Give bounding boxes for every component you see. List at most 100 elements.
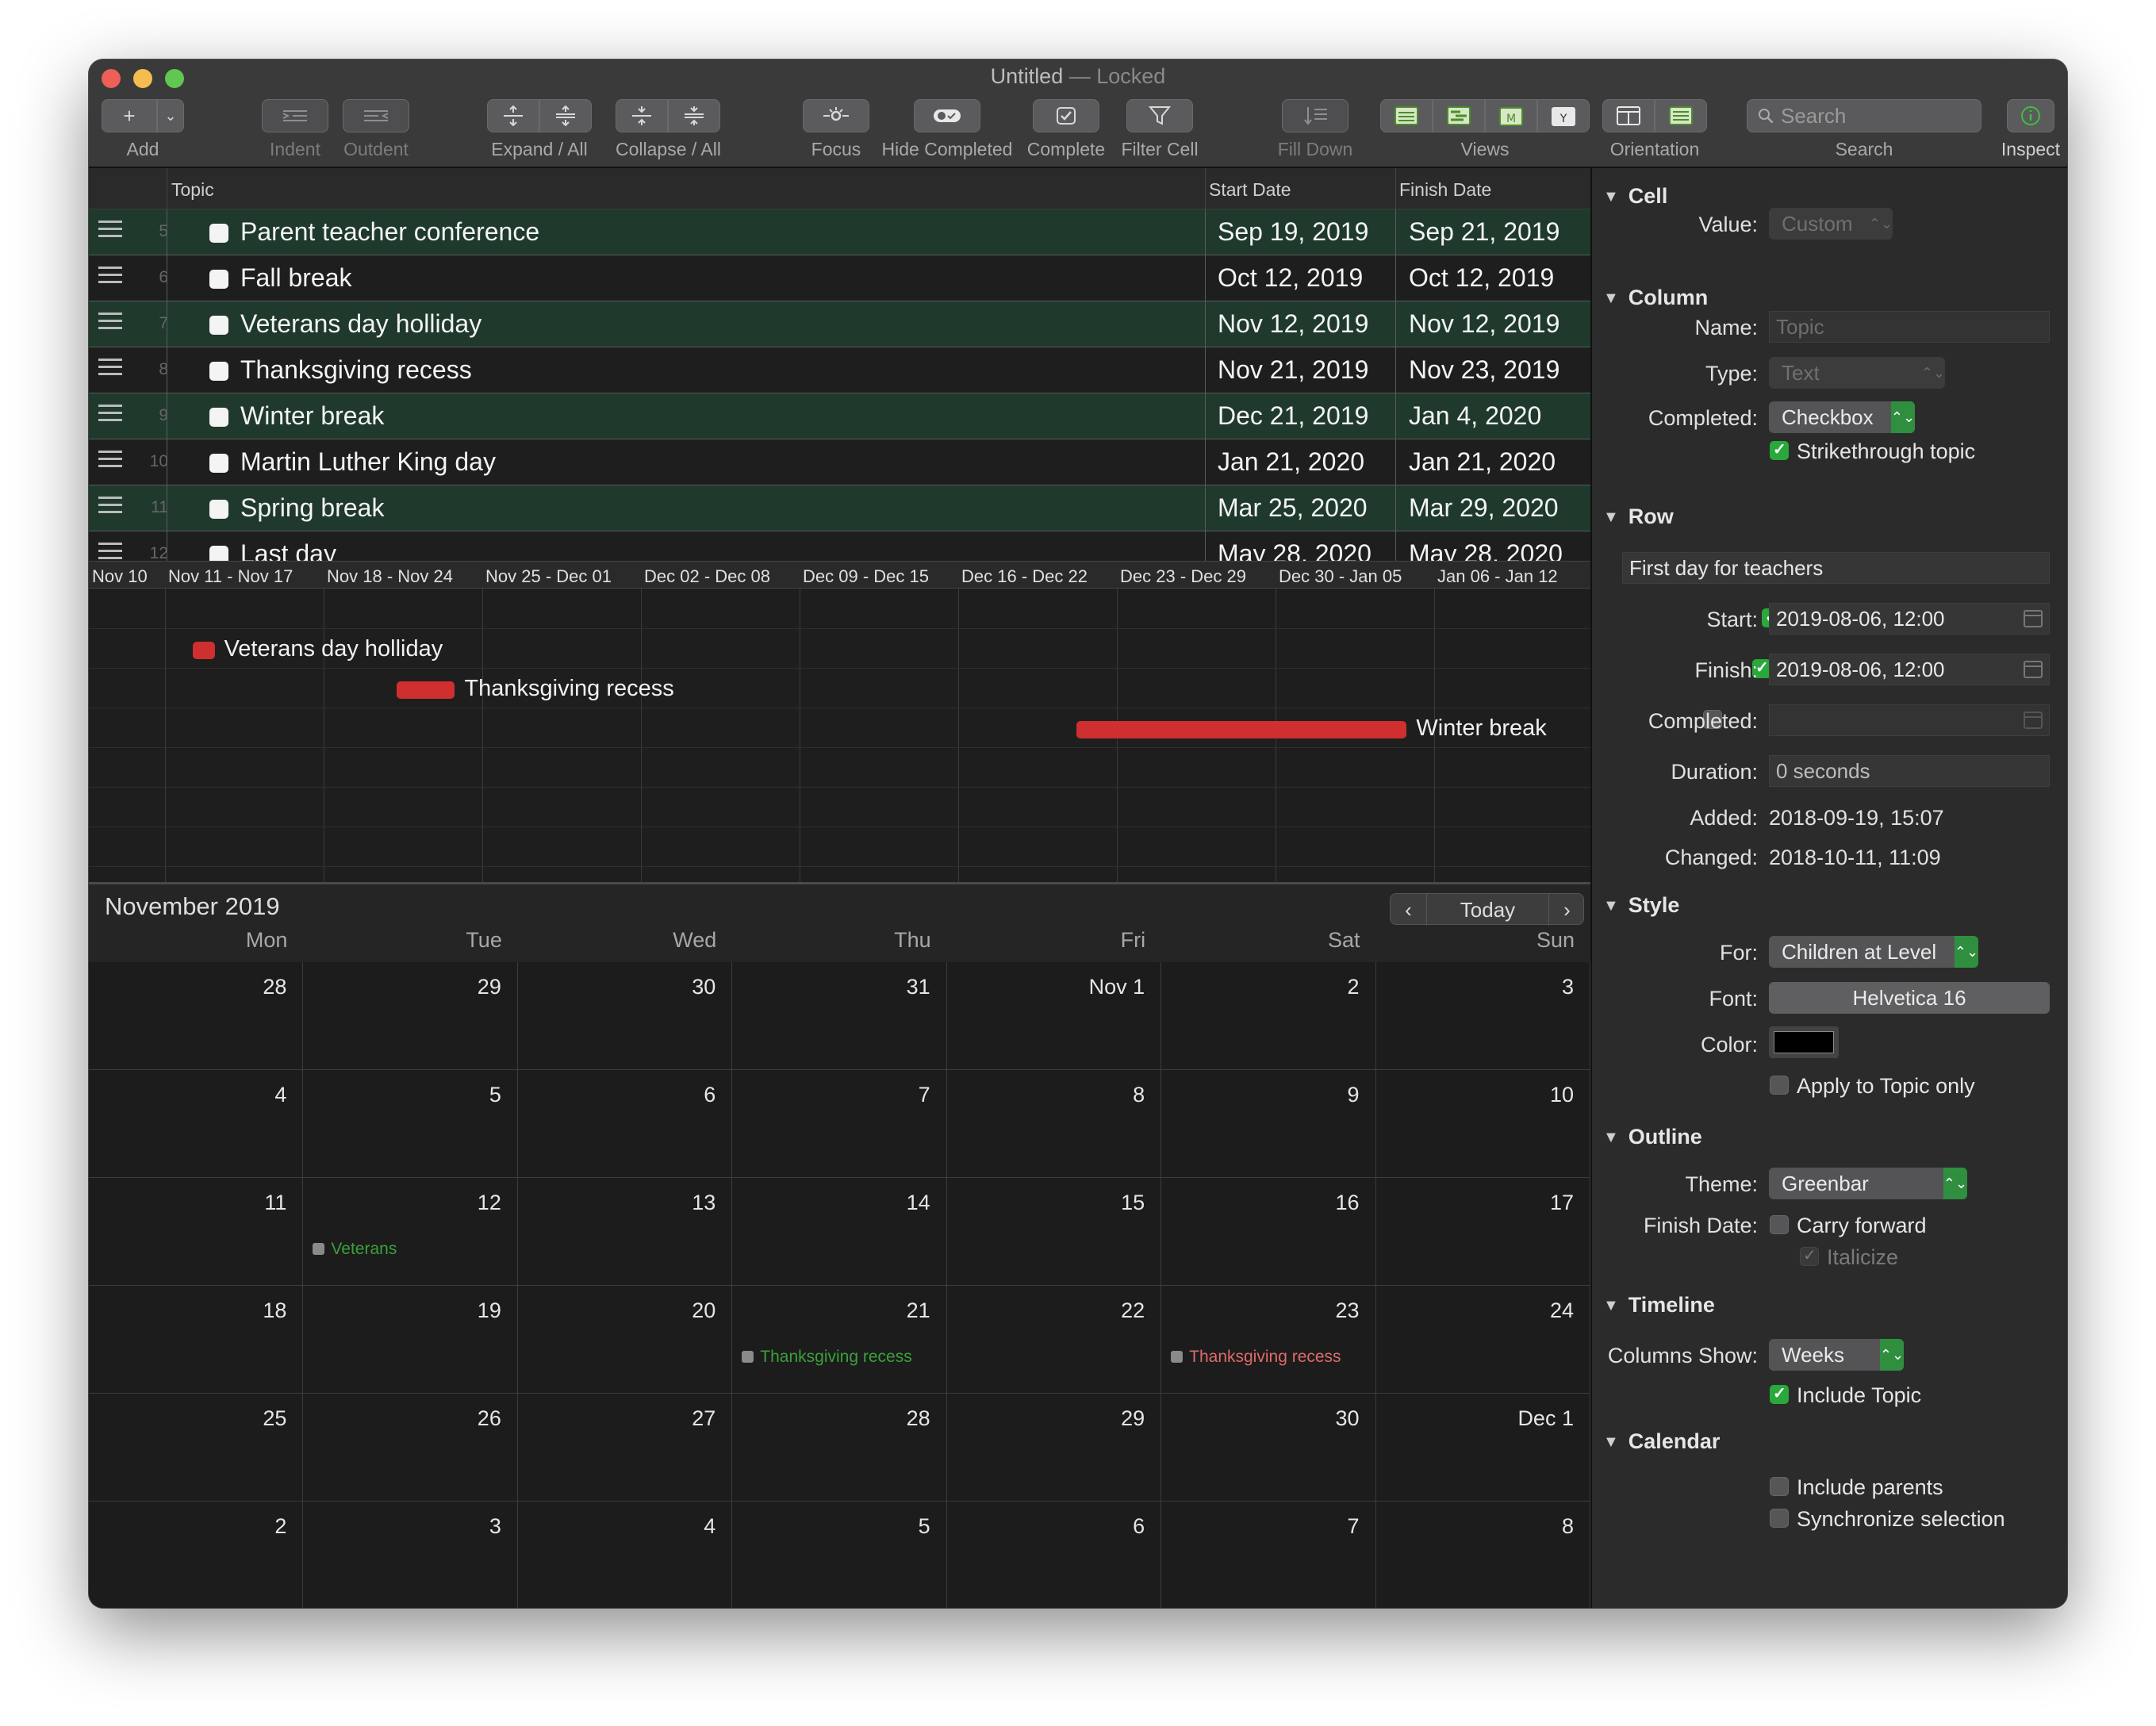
calendar-day-cell[interactable]: 22	[946, 1286, 1162, 1394]
calendar-day-cell[interactable]: 8	[946, 1070, 1162, 1178]
view-outline-button[interactable]	[1380, 99, 1433, 132]
calendar-day-cell[interactable]: 20	[517, 1286, 733, 1394]
calendar-day-cell[interactable]: 11	[89, 1178, 304, 1286]
expand-all-button[interactable]	[539, 99, 592, 132]
outline-row[interactable]: 10 Martin Luther King day Jan 21, 2020 Jan …	[89, 439, 1590, 485]
calendar-day-cell[interactable]: 9	[1161, 1070, 1376, 1178]
drag-handle-icon[interactable]	[98, 405, 122, 424]
outline-row[interactable]: 11 Spring break Mar 25, 2020 Mar 29, 2020	[89, 485, 1590, 531]
completed-checkbox[interactable]	[209, 500, 228, 519]
timeline-bar[interactable]	[192, 642, 215, 659]
color-well[interactable]	[1769, 1026, 1839, 1058]
view-timeline-button[interactable]	[1433, 99, 1485, 132]
outline-row[interactable]: 5 Parent teacher conference Sep 19, 2019 Se…	[89, 209, 1590, 255]
calendar-day-cell[interactable]: Nov 1	[946, 962, 1162, 1070]
start-date-cell[interactable]: Mar 25, 2020	[1218, 493, 1368, 523]
drag-handle-icon[interactable]	[98, 497, 122, 516]
hide-completed-button[interactable]	[914, 99, 980, 132]
date-picker-icon[interactable]	[2024, 610, 2043, 627]
inspect-button[interactable]	[2007, 99, 2054, 132]
calendar-event[interactable]: Veterans	[313, 1240, 397, 1259]
calendar-day-cell[interactable]: 29	[946, 1394, 1162, 1502]
style-for-popup[interactable]: Children at Level ⌃⌄	[1769, 936, 1978, 968]
drag-handle-icon[interactable]	[98, 221, 122, 240]
cell-section-header[interactable]: ▼ Cell	[1603, 184, 1667, 209]
fill-down-button[interactable]	[1282, 99, 1348, 132]
collapse-button[interactable]	[616, 99, 668, 132]
calendar-day-cell[interactable]: 5	[732, 1502, 947, 1608]
start-date-cell[interactable]: Nov 21, 2019	[1218, 355, 1368, 385]
calendar-day-cell[interactable]: 8	[1375, 1502, 1590, 1608]
search-input[interactable]	[1781, 103, 1971, 128]
calendar-day-cell[interactable]: 14	[732, 1178, 947, 1286]
column-name-field[interactable]: Topic	[1769, 311, 2050, 343]
finish-date-field[interactable]: 2019-08-06, 12:00	[1769, 654, 2050, 685]
calendar-day-cell[interactable]: 17	[1375, 1178, 1590, 1286]
calendar-day-cell[interactable]: 15	[946, 1178, 1162, 1286]
outline-row[interactable]: 6 Fall break Oct 12, 2019 Oct 12, 2019	[89, 255, 1590, 301]
outline-row[interactable]: 9 Winter break Dec 21, 2019 Jan 4, 2020	[89, 393, 1590, 439]
drag-handle-icon[interactable]	[98, 313, 122, 332]
expand-button[interactable]	[487, 99, 539, 132]
calendar-day-cell[interactable]: 26	[303, 1394, 518, 1502]
completed-checkbox[interactable]	[209, 454, 228, 473]
topic-cell[interactable]: Martin Luther King day	[240, 447, 496, 477]
collapse-all-button[interactable]	[668, 99, 720, 132]
calendar-day-cell[interactable]: 10	[1375, 1070, 1590, 1178]
calendar-day-cell[interactable]: 12 Veterans	[303, 1178, 518, 1286]
calendar-day-cell[interactable]: 2	[89, 1502, 304, 1608]
calendar-day-cell[interactable]: 23 Thanksgiving recess	[1161, 1286, 1376, 1394]
completed-checkbox[interactable]	[209, 270, 228, 289]
calendar-day-cell[interactable]: 19	[303, 1286, 518, 1394]
column-header-start-date[interactable]: Start Date	[1209, 179, 1291, 201]
filter-cell-button[interactable]	[1126, 99, 1193, 132]
start-date-cell[interactable]: Oct 12, 2019	[1218, 263, 1363, 293]
synchronize-selection-checkbox[interactable]	[1770, 1509, 1789, 1528]
carry-forward-checkbox[interactable]	[1770, 1215, 1789, 1234]
calendar-day-cell[interactable]: 28	[89, 962, 304, 1070]
finish-date-cell[interactable]: Mar 29, 2020	[1409, 493, 1559, 523]
finish-date-cell[interactable]: Oct 12, 2019	[1409, 263, 1554, 293]
completed-checkbox[interactable]	[209, 362, 228, 381]
calendar-day-cell[interactable]: 7	[732, 1070, 947, 1178]
calendar-day-cell[interactable]: 4	[517, 1502, 733, 1608]
calendar-day-cell[interactable]: 24	[1375, 1286, 1590, 1394]
calendar-day-cell[interactable]: Dec 1	[1375, 1394, 1590, 1502]
finish-date-cell[interactable]: Nov 23, 2019	[1409, 355, 1559, 385]
outline-section-header[interactable]: ▼ Outline	[1603, 1125, 1702, 1149]
view-year-button[interactable]: Y	[1537, 99, 1590, 132]
calendar-day-cell[interactable]: 6	[946, 1502, 1162, 1608]
calendar-day-cell[interactable]: 7	[1161, 1502, 1376, 1608]
column-header-finish-date[interactable]: Finish Date	[1399, 179, 1491, 201]
today-button[interactable]: Today	[1427, 894, 1548, 926]
calendar-day-cell[interactable]: 30	[1161, 1394, 1376, 1502]
event-checkbox[interactable]	[1171, 1351, 1183, 1363]
topic-cell[interactable]: Spring break	[240, 493, 384, 523]
orientation-horizontal-button[interactable]	[1602, 99, 1655, 132]
orientation-vertical-button[interactable]	[1655, 99, 1707, 132]
search-field[interactable]	[1747, 99, 1981, 132]
event-checkbox[interactable]	[742, 1351, 754, 1363]
calendar-event[interactable]: Thanksgiving recess	[742, 1348, 912, 1367]
view-month-button[interactable]: M	[1485, 99, 1537, 132]
calendar-day-cell[interactable]: 29	[303, 962, 518, 1070]
next-month-button[interactable]: ›	[1548, 894, 1585, 926]
theme-popup[interactable]: Greenbar ⌃⌄	[1769, 1168, 1967, 1199]
include-topic-checkbox[interactable]	[1770, 1383, 1789, 1404]
calendar-event[interactable]: Thanksgiving recess	[1171, 1348, 1341, 1367]
start-date-field[interactable]: 2019-08-06, 12:00	[1769, 603, 2050, 635]
topic-cell[interactable]: Winter break	[240, 401, 384, 431]
columns-show-popup[interactable]: Weeks ⌃⌄	[1769, 1339, 1904, 1371]
calendar-day-cell[interactable]: 13	[517, 1178, 733, 1286]
row-section-header[interactable]: ▼ Row	[1603, 504, 1674, 529]
add-button[interactable]: +	[102, 99, 157, 132]
add-menu-button[interactable]: ⌄	[157, 99, 184, 132]
date-picker-icon[interactable]	[2024, 661, 2043, 678]
start-date-cell[interactable]: Sep 19, 2019	[1218, 217, 1368, 247]
duration-field[interactable]: 0 seconds	[1769, 755, 2050, 787]
drag-handle-icon[interactable]	[98, 267, 122, 286]
calendar-day-cell[interactable]: 4	[89, 1070, 304, 1178]
start-date-cell[interactable]: Nov 12, 2019	[1218, 309, 1368, 339]
complete-button[interactable]	[1033, 99, 1099, 132]
drag-handle-icon[interactable]	[98, 451, 122, 470]
